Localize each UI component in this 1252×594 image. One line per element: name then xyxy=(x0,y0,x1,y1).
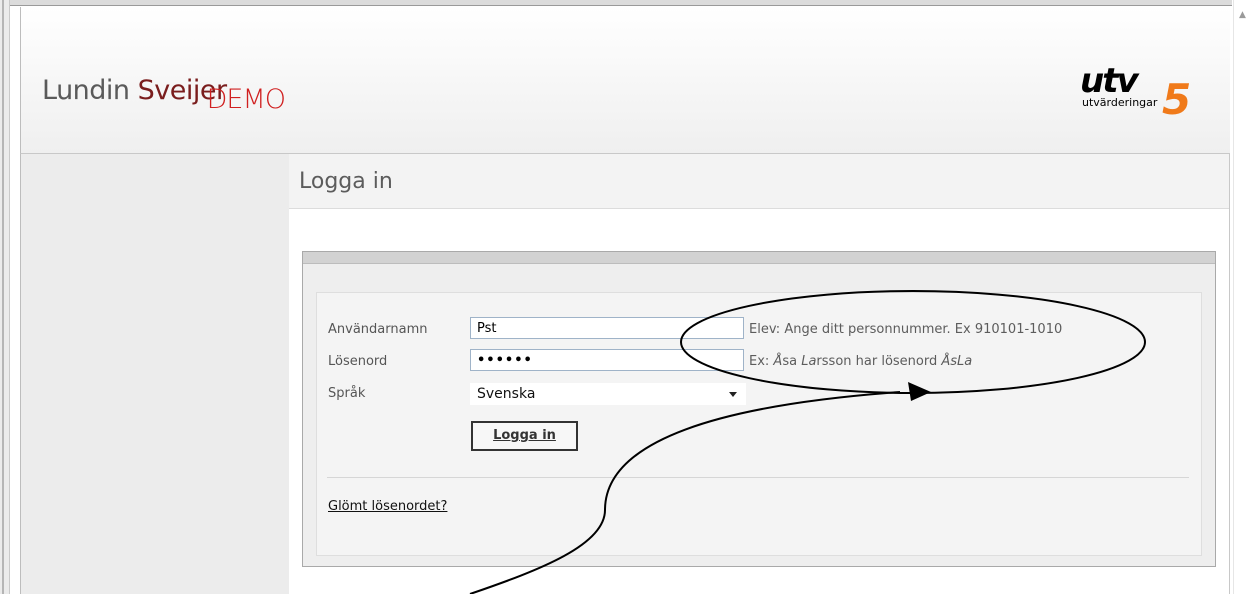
forgot-password-link[interactable]: Glömt lösenordet? xyxy=(328,499,447,514)
password-hint-result: ÅsLa xyxy=(941,354,973,369)
login-form: Användarnamn Elev: Ange ditt personnumme… xyxy=(316,292,1202,556)
password-hint-name2-rest: rsson xyxy=(816,354,852,369)
login-button[interactable]: Logga in xyxy=(471,421,578,451)
login-panel: Användarnamn Elev: Ange ditt personnumme… xyxy=(302,251,1216,567)
login-panel-header xyxy=(303,252,1215,264)
language-select[interactable]: Svenska xyxy=(470,383,746,405)
utv-logo-number: 5 xyxy=(1162,75,1191,122)
password-hint-middle: har lösenord xyxy=(851,354,942,369)
password-hint-name1-rest: sa xyxy=(782,354,802,369)
page-title: Logga in xyxy=(299,169,393,194)
scroll-up-icon[interactable]: ▲ xyxy=(1239,10,1246,20)
window-edge xyxy=(0,0,10,594)
logo-lundin-text: Lundin xyxy=(42,75,138,106)
password-input[interactable]: •••••• xyxy=(470,349,744,371)
left-sidebar xyxy=(20,154,290,594)
password-hint: Ex: Åsa Larsson har lösenord ÅsLa xyxy=(749,354,972,369)
form-divider xyxy=(327,477,1189,478)
page-title-bar: Logga in xyxy=(289,154,1229,209)
password-hint-prefix: Ex: xyxy=(749,354,774,369)
utv5-logo[interactable]: utv 5 utvärderingar xyxy=(1080,62,1205,122)
password-hint-name2-initial: La xyxy=(801,354,817,369)
utv-logo-subtitle: utvärderingar xyxy=(1082,96,1158,109)
password-hint-name1-initial: Å xyxy=(773,354,783,369)
vertical-scrollbar[interactable]: ▲ xyxy=(1233,0,1252,594)
username-hint: Elev: Ange ditt personnummer. Ex 910101-… xyxy=(749,322,1063,337)
lundin-sveijer-logo[interactable]: Lundin SveijerDEMO xyxy=(42,75,305,115)
username-label: Användarnamn xyxy=(328,322,428,337)
language-label: Språk xyxy=(328,386,366,401)
main-content: Logga in Användarnamn Elev: Ange ditt pe… xyxy=(289,154,1230,594)
language-select-value: Svenska xyxy=(477,386,536,402)
password-label: Lösenord xyxy=(328,354,388,369)
demo-badge: DEMO xyxy=(206,84,286,115)
chevron-down-icon xyxy=(729,392,737,397)
username-input[interactable] xyxy=(470,317,744,339)
browser-top-edge xyxy=(10,0,1232,6)
